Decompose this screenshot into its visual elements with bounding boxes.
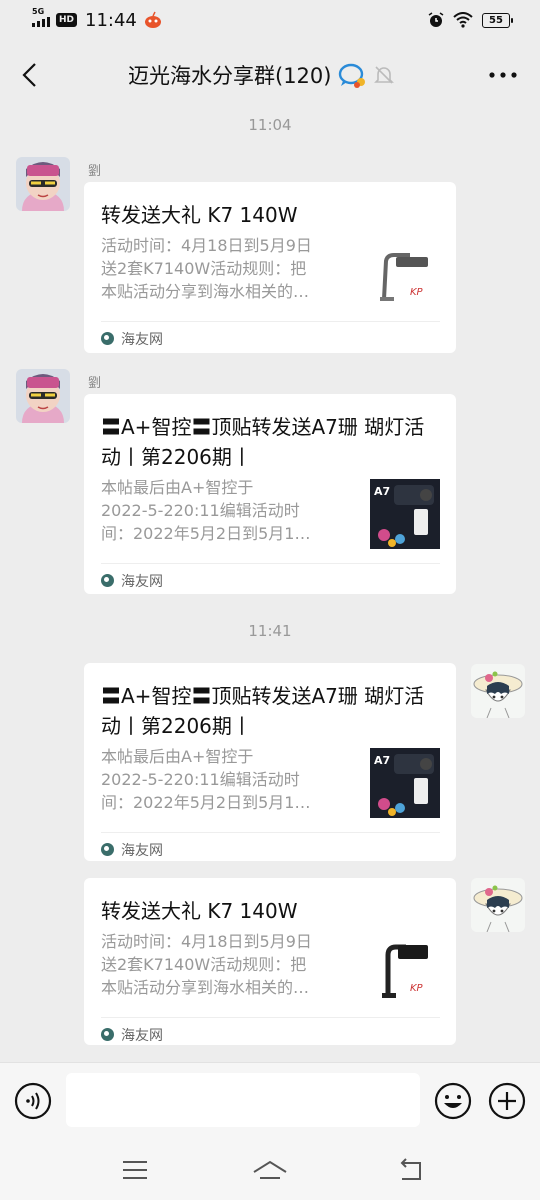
- app-notification-icon: [144, 11, 161, 28]
- back-system-button[interactable]: [396, 1154, 428, 1186]
- card-thumbnail: KP: [370, 933, 440, 1003]
- card-source-name: 海友网: [121, 573, 163, 590]
- card-source-name: 海友网: [121, 842, 163, 859]
- link-card[interactable]: 〓A+智控〓顶贴转发送A7珊 瑚灯活动丨第2206期丨 本帖最后由A+智控于 2…: [84, 663, 456, 861]
- home-icon: [253, 1160, 287, 1179]
- card-desc-line: 活动时间：4月18日到5月9日: [101, 932, 312, 951]
- chevron-left-icon: [22, 63, 36, 87]
- emoji-icon: [434, 1082, 472, 1120]
- chat-title-group[interactable]: 迈光海水分享群(120): [128, 60, 395, 90]
- card-source: 海友网: [101, 563, 440, 597]
- system-navigation-bar: [0, 1140, 540, 1200]
- sender-name: 劉: [88, 164, 102, 179]
- user-avatar-icon: [16, 369, 70, 423]
- mute-bell-icon: [374, 66, 395, 84]
- card-title: 〓A+智控〓顶贴转发送A7珊 瑚灯活动丨第2206期丨: [101, 684, 425, 738]
- signal-icon: 5G: [32, 7, 50, 27]
- svg-text:KP: KP: [410, 287, 424, 298]
- status-bar: 5G HD 11:44 55: [0, 0, 540, 40]
- card-thumbnail: KP: [370, 237, 440, 307]
- card-desc-line: 2022-5-220:11编辑活动时: [101, 501, 300, 520]
- more-dots-icon: [489, 72, 517, 78]
- card-desc-line: 本帖最后由A+智控于: [101, 747, 254, 766]
- chat-bubble-icon: [339, 63, 366, 88]
- card-desc-line: 本帖最后由A+智控于: [101, 478, 254, 497]
- link-card[interactable]: 转发送大礼 K7 140W 活动时间：4月18日到5月9日 送2套K7140W活…: [84, 182, 456, 353]
- card-title: 转发送大礼 K7 140W: [101, 203, 298, 227]
- message-input-bar: [0, 1062, 540, 1140]
- card-desc-line: 本贴活动分享到海水相关的…: [101, 282, 310, 301]
- card-source-name: 海友网: [121, 1027, 163, 1044]
- source-app-icon: [101, 332, 114, 345]
- message-input[interactable]: [66, 1073, 420, 1127]
- source-app-icon: [101, 1028, 114, 1041]
- battery-icon: 55: [482, 12, 513, 28]
- timestamp: 11:41: [248, 622, 292, 640]
- hd-badge: HD: [56, 13, 78, 27]
- thumbnail-label: A7: [374, 754, 390, 767]
- network-type: 5G: [32, 7, 45, 16]
- voice-icon: [14, 1082, 52, 1120]
- card-desc-line: 2022-5-220:11编辑活动时: [101, 770, 300, 789]
- avatar[interactable]: [16, 369, 70, 423]
- card-description: 活动时间：4月18日到5月9日 送2套K7140W活动规则：把 本贴活动分享到海…: [101, 930, 360, 1003]
- source-app-icon: [101, 574, 114, 587]
- home-button[interactable]: [252, 1154, 288, 1186]
- chat-header: 迈光海水分享群(120): [0, 46, 540, 106]
- card-thumbnail: A7: [370, 479, 440, 549]
- card-source-name: 海友网: [121, 331, 163, 348]
- lamp-thumbnail-icon: KP: [370, 933, 440, 1003]
- back-arrow-icon: [400, 1158, 421, 1180]
- my-avatar[interactable]: [471, 664, 525, 718]
- avatar[interactable]: [16, 157, 70, 211]
- card-description: 活动时间：4月18日到5月9日 送2套K7140W活动规则：把 本贴活动分享到海…: [101, 234, 360, 307]
- chat-title: 迈光海水分享群(120): [128, 64, 332, 88]
- card-source: 海友网: [101, 1017, 440, 1051]
- thumbnail-label: A7: [374, 485, 390, 498]
- link-card[interactable]: 转发送大礼 K7 140W 活动时间：4月18日到5月9日 送2套K7140W活…: [84, 878, 456, 1045]
- card-desc-line: 本贴活动分享到海水相关的…: [101, 978, 310, 997]
- card-desc-line: 送2套K7140W活动规则：把: [101, 955, 307, 974]
- more-options-button[interactable]: [488, 60, 518, 90]
- card-desc-line: 间：2022年5月2日到5月1…: [101, 793, 311, 812]
- a7-lamp-thumbnail-icon: A7: [370, 748, 440, 818]
- more-functions-button[interactable]: [488, 1082, 526, 1120]
- link-card[interactable]: 〓A+智控〓顶贴转发送A7珊 瑚灯活动丨第2206期丨 本帖最后由A+智控于 2…: [84, 394, 456, 594]
- alarm-icon: [428, 12, 444, 27]
- a7-lamp-thumbnail-icon: A7: [370, 479, 440, 549]
- card-desc-line: 活动时间：4月18日到5月9日: [101, 236, 312, 255]
- card-desc-line: 送2套K7140W活动规则：把: [101, 259, 307, 278]
- card-description: 本帖最后由A+智控于 2022-5-220:11编辑活动时 间：2022年5月2…: [101, 476, 360, 549]
- source-app-icon: [101, 843, 114, 856]
- card-source: 海友网: [101, 321, 440, 355]
- menu-button[interactable]: [119, 1154, 151, 1186]
- plus-circle-icon: [488, 1082, 526, 1120]
- battery-level: 55: [489, 14, 503, 26]
- card-thumbnail: A7: [370, 748, 440, 818]
- my-avatar-icon: [471, 664, 525, 718]
- lamp-thumbnail-icon: KP: [370, 237, 440, 307]
- card-title: 〓A+智控〓顶贴转发送A7珊 瑚灯活动丨第2206期丨: [101, 415, 425, 469]
- user-avatar-icon: [16, 157, 70, 211]
- voice-input-button[interactable]: [14, 1082, 52, 1120]
- emoji-button[interactable]: [434, 1082, 472, 1120]
- timestamp: 11:04: [248, 116, 292, 134]
- card-title: 转发送大礼 K7 140W: [101, 899, 298, 923]
- status-time: 11:44: [85, 9, 137, 31]
- sender-name: 劉: [88, 376, 102, 391]
- my-avatar[interactable]: [471, 878, 525, 932]
- wifi-icon: [453, 12, 473, 28]
- back-button[interactable]: [14, 58, 44, 92]
- card-desc-line: 间：2022年5月2日到5月1…: [101, 524, 311, 543]
- svg-text:KP: KP: [410, 983, 424, 994]
- my-avatar-icon: [471, 878, 525, 932]
- menu-icon: [123, 1161, 147, 1179]
- card-description: 本帖最后由A+智控于 2022-5-220:11编辑活动时 间：2022年5月2…: [101, 745, 360, 818]
- card-source: 海友网: [101, 832, 440, 866]
